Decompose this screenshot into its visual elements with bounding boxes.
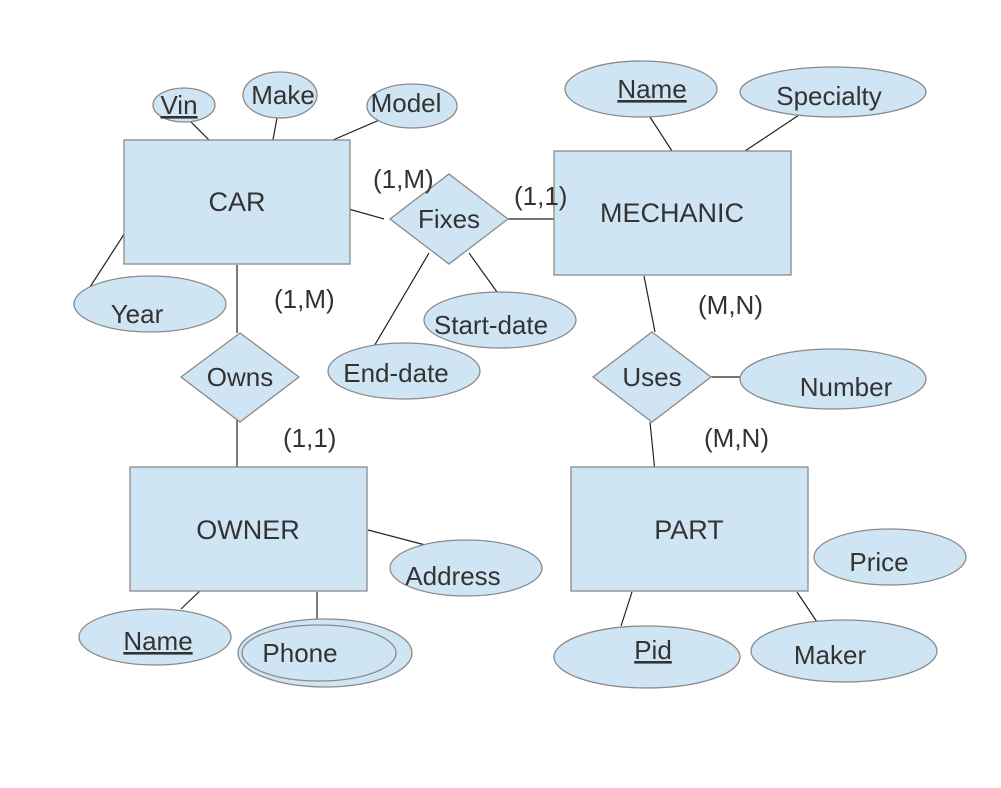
edge-owner-address <box>367 529 430 547</box>
cardinality-fixes-mechanic: (1,1) <box>514 181 567 211</box>
edge-fixes-start <box>468 252 498 293</box>
cardinality-owns-owner: (1,1) <box>283 423 336 453</box>
entity-owner[interactable]: OWNER <box>129 466 368 592</box>
cardinality-car-owns: (1,M) <box>274 284 335 314</box>
entity-car[interactable]: CAR <box>123 139 351 265</box>
relationship-uses[interactable]: Uses <box>591 331 713 423</box>
attribute-vin-label: Vin <box>160 90 197 120</box>
attribute-maker-label: Maker <box>794 640 867 670</box>
entity-mechanic-label: MECHANIC <box>600 198 744 228</box>
attribute-model-label: Model <box>371 88 442 118</box>
edge-car-fixes <box>344 207 385 220</box>
attribute-phone-multivalued[interactable]: Phone <box>237 618 413 688</box>
attribute-pid-label: Pid <box>634 635 672 665</box>
edge-fixes-end <box>372 252 430 349</box>
attribute-pid[interactable]: Pid <box>553 625 741 689</box>
edge-part-pid <box>620 591 633 627</box>
relationship-uses-label: Uses <box>622 362 681 392</box>
edge-part-maker <box>796 591 820 626</box>
attribute-vin[interactable]: Vin <box>152 87 216 123</box>
edge-model-car <box>332 117 385 141</box>
cardinality-mechanic-uses: (M,N) <box>698 290 763 320</box>
entity-owner-label: OWNER <box>196 515 300 545</box>
edge-uses-part <box>649 421 656 473</box>
edge-mname-mechanic <box>649 116 673 152</box>
edge-specialty-mechanic <box>744 112 803 152</box>
attribute-specialty[interactable]: Specialty <box>739 66 927 118</box>
attribute-end-date[interactable]: End-date <box>327 342 481 400</box>
attribute-owner-name[interactable]: Name <box>78 608 232 666</box>
relationship-fixes-label: Fixes <box>418 204 480 234</box>
attribute-mechanic-name[interactable]: Name <box>564 60 718 118</box>
attribute-number[interactable]: Number <box>739 348 927 410</box>
attribute-price[interactable]: Price <box>813 528 967 586</box>
attribute-phone-label: Phone <box>262 638 337 668</box>
er-diagram: CAR MECHANIC OWNER PART Fixes Owns Uses … <box>73 60 967 689</box>
attribute-maker[interactable]: Maker <box>750 619 938 683</box>
entity-car-label: CAR <box>208 187 265 217</box>
attribute-mechanic-name-label: Name <box>617 74 686 104</box>
attribute-number-label: Number <box>800 372 893 402</box>
entity-part[interactable]: PART <box>570 466 809 592</box>
attribute-price-label: Price <box>849 547 908 577</box>
attribute-address[interactable]: Address <box>389 539 543 597</box>
relationship-owns[interactable]: Owns <box>179 332 301 423</box>
entity-part-label: PART <box>654 515 724 545</box>
attribute-year[interactable]: Year <box>73 275 227 333</box>
attribute-end-date-label: End-date <box>343 358 449 388</box>
attribute-model[interactable]: Model <box>366 83 458 129</box>
attribute-specialty-label: Specialty <box>776 81 882 111</box>
attribute-year-label: Year <box>111 299 164 329</box>
cardinality-car-fixes: (1,M) <box>373 164 434 194</box>
relationship-owns-label: Owns <box>207 362 273 392</box>
attribute-make[interactable]: Make <box>242 71 318 119</box>
entity-mechanic[interactable]: MECHANIC <box>553 150 792 276</box>
attribute-owner-name-label: Name <box>123 626 192 656</box>
edge-mechanic-uses <box>643 275 656 333</box>
cardinality-uses-part: (M,N) <box>704 423 769 453</box>
attribute-start-date-label: Start-date <box>434 310 548 340</box>
attribute-address-label: Address <box>405 561 500 591</box>
attribute-start-date[interactable]: Start-date <box>423 291 577 349</box>
attribute-make-label: Make <box>251 80 315 110</box>
